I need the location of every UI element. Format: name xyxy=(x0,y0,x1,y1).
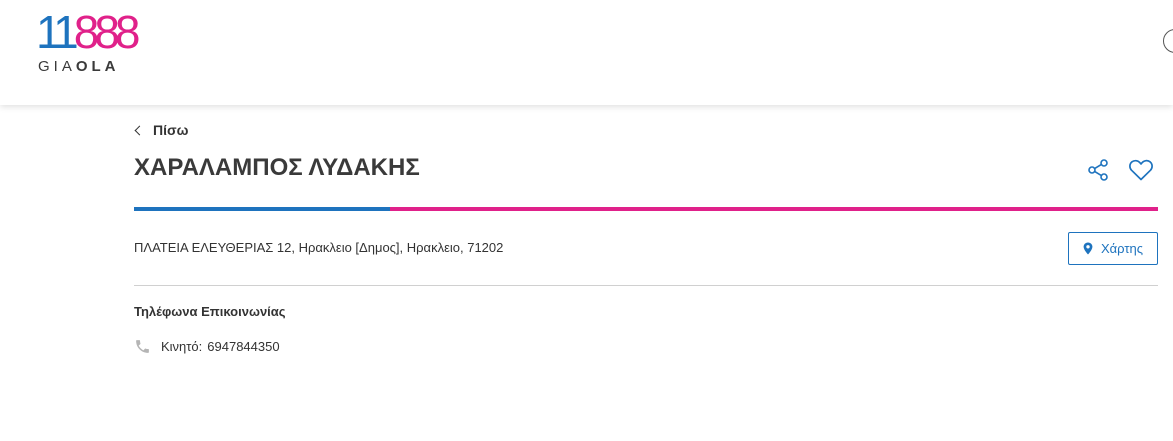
phone-label: Κινητό: xyxy=(161,339,203,354)
contact-section-title: Τηλέφωνα Επικοινωνίας xyxy=(134,304,286,319)
logo-11888[interactable]: 11888 GIAOLA xyxy=(36,6,146,78)
user-circle-icon[interactable] xyxy=(1163,29,1173,53)
phone-number-link[interactable]: 6947844350 xyxy=(207,339,279,354)
site-header: 11888 GIAOLA xyxy=(0,0,1173,105)
logo-number: 11888 xyxy=(36,6,140,58)
share-icon xyxy=(1088,159,1108,181)
back-link[interactable]: Πίσω xyxy=(134,121,188,139)
back-label: Πίσω xyxy=(153,122,189,138)
heart-icon xyxy=(1129,159,1153,181)
phone-icon xyxy=(136,340,149,353)
brand-color-bar xyxy=(134,207,1158,211)
map-button-label: Χάρτης xyxy=(1100,241,1144,256)
map-button[interactable]: Χάρτης xyxy=(1068,232,1158,265)
favorite-button[interactable] xyxy=(1128,158,1154,182)
phone-row: Κινητό: 6947844350 xyxy=(134,338,280,355)
chevron-left-icon xyxy=(134,125,145,135)
logo-tagline: GIAOLA xyxy=(38,58,120,75)
listing-title: ΧΑΡΑΛΑΜΠΟΣ ΛΥΔΑΚΗΣ xyxy=(134,154,420,181)
map-pin-icon xyxy=(1083,242,1093,255)
listing-address: ΠΛΑΤΕΙΑ ΕΛΕΥΘΕΡΙΑΣ 12, Ηρακλειο [Δημος],… xyxy=(134,240,504,255)
divider xyxy=(134,285,1158,286)
share-button[interactable] xyxy=(1086,158,1110,182)
